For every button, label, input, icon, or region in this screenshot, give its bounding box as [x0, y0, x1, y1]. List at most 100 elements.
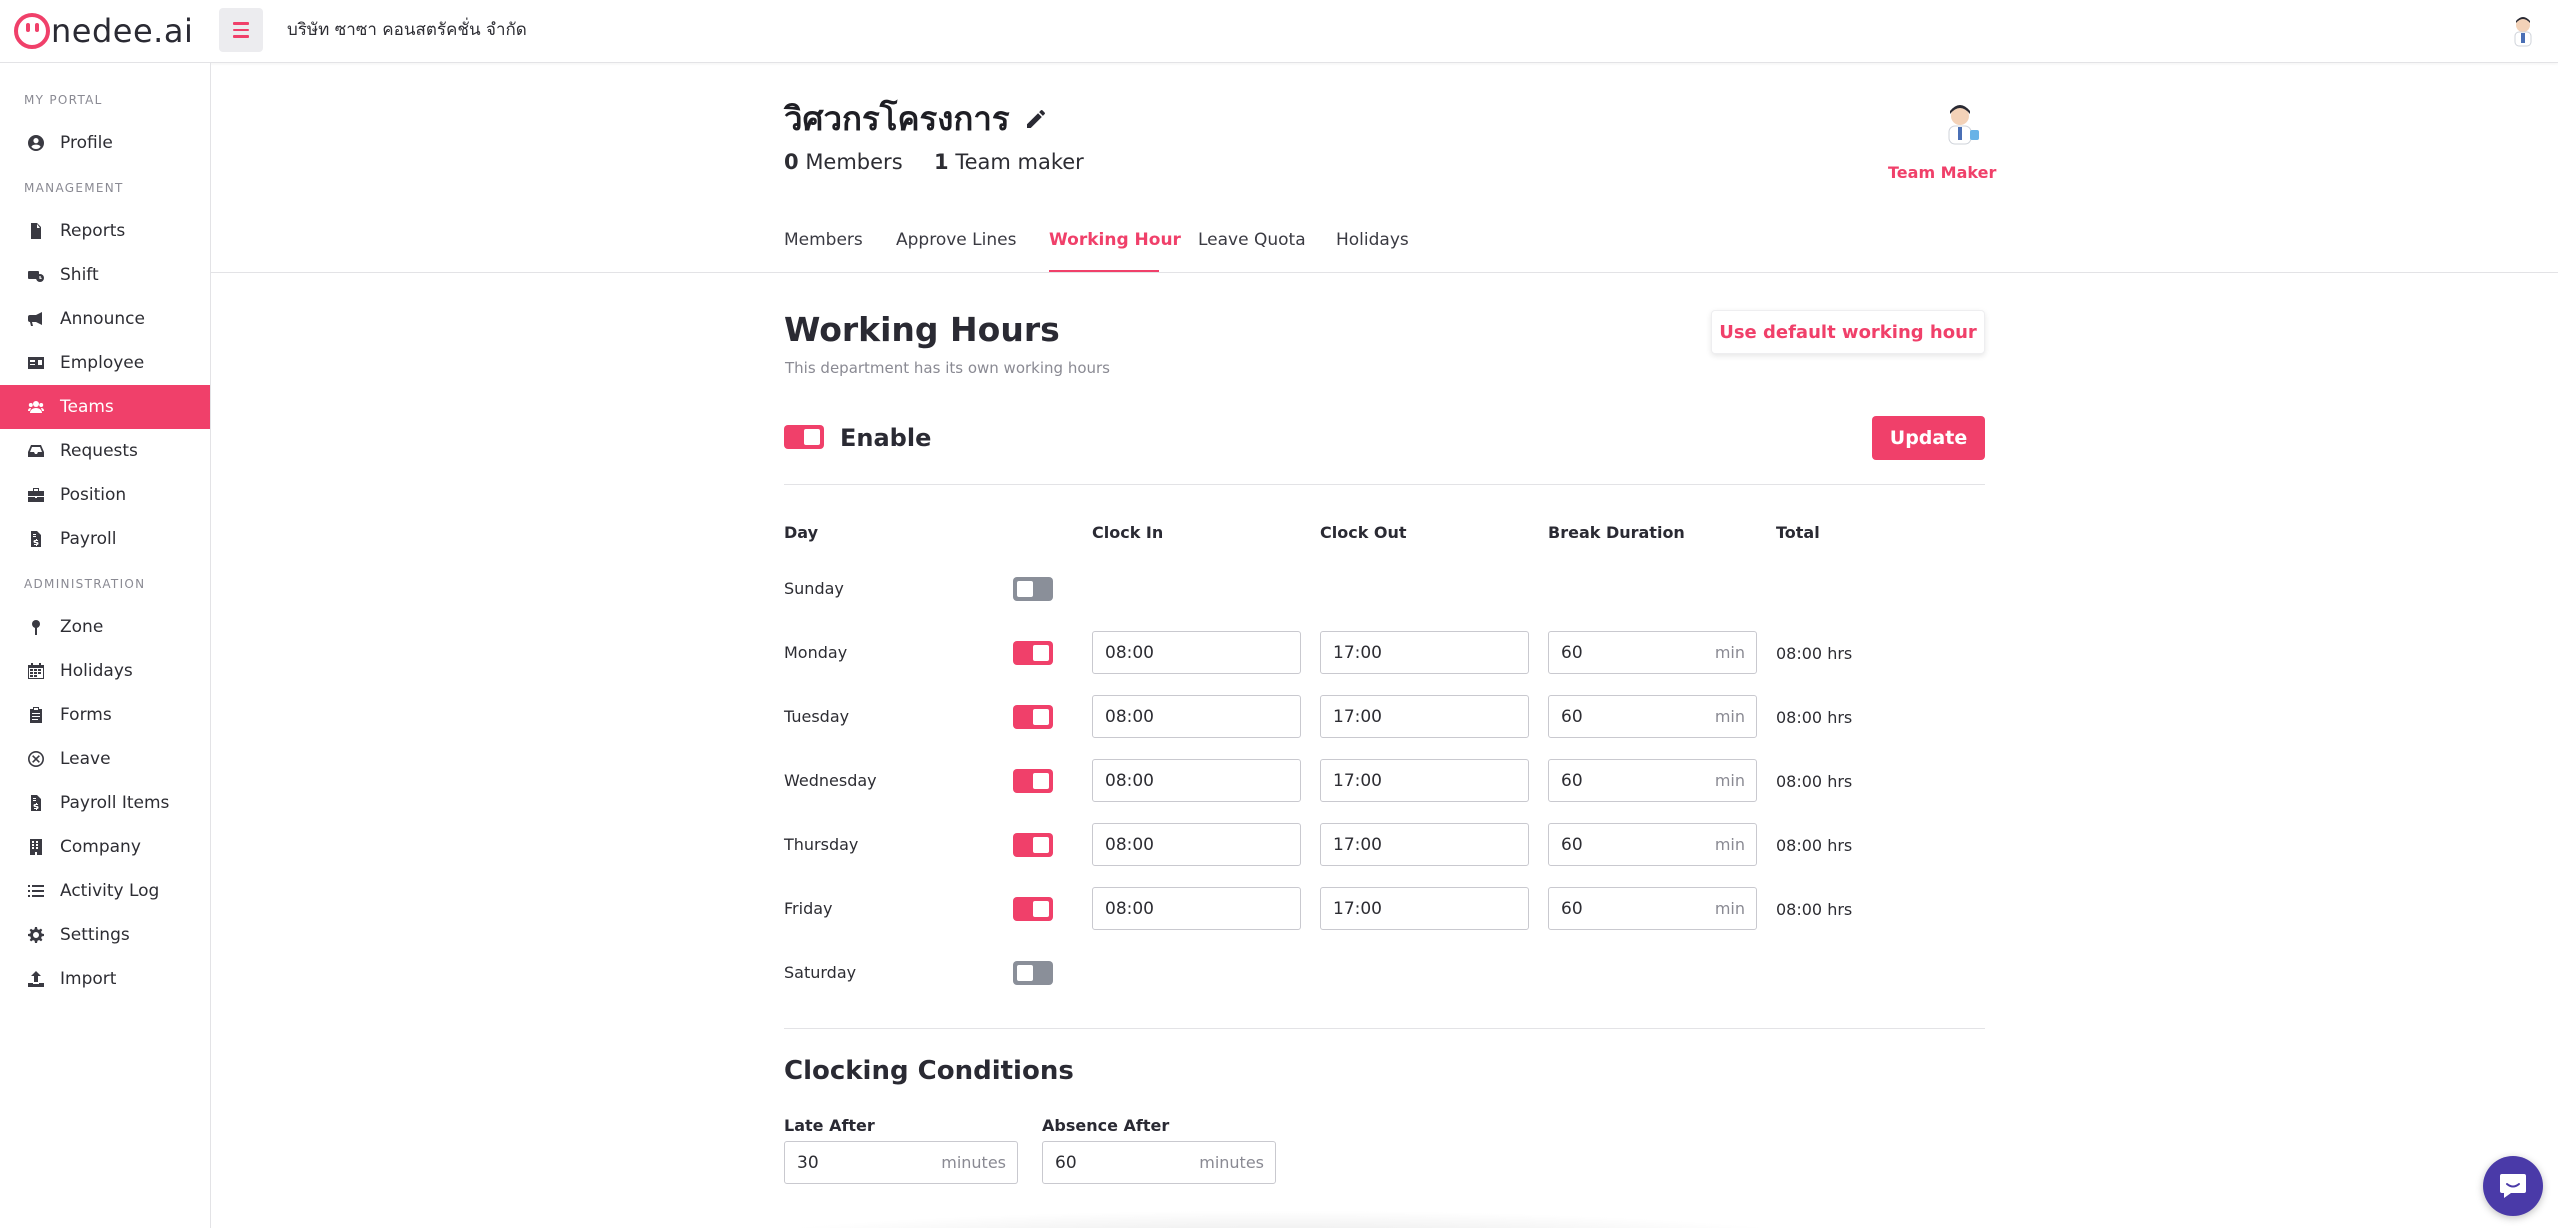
break-value: 60 [1561, 642, 1583, 663]
logo-face-icon [14, 13, 50, 49]
break-input-thursday[interactable]: 60 min [1548, 823, 1757, 866]
toggle-knob [1033, 837, 1049, 853]
edit-pencil-icon[interactable] [1024, 107, 1048, 131]
clock-out-input-tuesday[interactable]: 17:00 [1320, 695, 1529, 738]
chat-bubble-icon [2500, 1174, 2526, 1198]
sidebar-item-company[interactable]: Company [0, 825, 210, 869]
column-header-clock-out: Clock Out [1320, 523, 1407, 542]
sidebar-item-leave[interactable]: Leave [0, 737, 210, 781]
late-after-value: 30 [797, 1152, 819, 1173]
tab-approve-lines[interactable]: Approve Lines [896, 228, 1016, 252]
day-label-sunday: Sunday [784, 579, 844, 598]
day-toggle-saturday[interactable] [1013, 961, 1053, 985]
clock-out-value: 17:00 [1333, 898, 1382, 919]
sidebar-item-label: Forms [60, 705, 112, 725]
working-hours-subtitle: This department has its own working hour… [785, 359, 1110, 377]
tab-holidays[interactable]: Holidays [1336, 228, 1409, 252]
chat-button[interactable] [2483, 1156, 2543, 1216]
megaphone-icon [28, 311, 44, 327]
app-logo[interactable]: nedee.ai [14, 13, 193, 49]
clock-out-value: 17:00 [1333, 642, 1382, 663]
clock-in-input-monday[interactable]: 08:00 [1092, 631, 1301, 674]
clock-out-input-thursday[interactable]: 17:00 [1320, 823, 1529, 866]
update-button[interactable]: Update [1872, 416, 1985, 460]
clock-out-input-monday[interactable]: 17:00 [1320, 631, 1529, 674]
late-after-input[interactable]: 30 minutes [784, 1141, 1018, 1184]
clock-in-value: 08:00 [1105, 834, 1154, 855]
break-unit: min [1714, 771, 1745, 790]
column-header-clock-in: Clock In [1092, 523, 1164, 542]
column-header-break-duration: Break Duration [1548, 523, 1685, 542]
user-avatar[interactable] [2506, 14, 2540, 48]
column-header-total: Total [1776, 523, 1820, 542]
menu-bar [233, 35, 249, 38]
tab-leave-quota[interactable]: Leave Quota [1198, 228, 1306, 252]
use-default-working-hour-button[interactable]: Use default working hour [1711, 310, 1985, 354]
break-input-wednesday[interactable]: 60 min [1548, 759, 1757, 802]
sidebar-item-zone[interactable]: Zone [0, 605, 210, 649]
sidebar-item-shift[interactable]: Shift [0, 253, 210, 297]
clock-in-input-tuesday[interactable]: 08:00 [1092, 695, 1301, 738]
sidebar-item-requests[interactable]: Requests [0, 429, 210, 473]
team-title: วิศวกรโครงการ [784, 99, 1010, 138]
sidebar-item-holidays[interactable]: Holidays [0, 649, 210, 693]
team-maker-avatar[interactable] [1937, 100, 1983, 146]
clock-in-input-thursday[interactable]: 08:00 [1092, 823, 1301, 866]
hamburger-menu-button[interactable] [219, 8, 263, 52]
sidebar-item-label: Settings [60, 925, 130, 945]
sidebar-item-teams[interactable]: Teams [0, 385, 210, 429]
break-input-monday[interactable]: 60 min [1548, 631, 1757, 674]
sidebar-item-announce[interactable]: Announce [0, 297, 210, 341]
divider [784, 1028, 1985, 1029]
sidebar-item-payroll-items[interactable]: Payroll Items [0, 781, 210, 825]
day-label-monday: Monday [784, 643, 848, 662]
absence-after-input[interactable]: 60 minutes [1042, 1141, 1276, 1184]
day-toggle-friday[interactable] [1013, 897, 1053, 921]
sidebar-item-label: Holidays [60, 661, 133, 681]
day-label-tuesday: Tuesday [784, 707, 850, 726]
clock-in-input-wednesday[interactable]: 08:00 [1092, 759, 1301, 802]
enable-toggle[interactable] [784, 425, 824, 449]
sidebar-item-label: Reports [60, 221, 126, 241]
day-toggle-sunday[interactable] [1013, 577, 1053, 601]
day-toggle-tuesday[interactable] [1013, 705, 1053, 729]
sidebar-item-label: Announce [60, 309, 145, 329]
break-unit: min [1714, 899, 1745, 918]
top-bar: nedee.ai บริษัท ซาซา คอนสตรัคชั่น จำกัด [0, 0, 2558, 63]
day-label-wednesday: Wednesday [784, 771, 877, 790]
sidebar-item-payroll[interactable]: Payroll [0, 517, 210, 561]
sidebar-item-label: Leave [60, 749, 111, 769]
total-monday: 08:00 hrs [1776, 644, 1853, 663]
gear-icon [28, 927, 44, 943]
break-input-friday[interactable]: 60 min [1548, 887, 1757, 930]
team-maker-role[interactable]: Team Maker [1888, 162, 1996, 184]
tab-working-hour[interactable]: Working Hour [1049, 228, 1181, 252]
sidebar-item-label: Teams [60, 397, 114, 417]
clock-out-input-friday[interactable]: 17:00 [1320, 887, 1529, 930]
sidebar-item-import[interactable]: Import [0, 957, 210, 1001]
toggle-knob [1033, 645, 1049, 661]
sidebar-item-settings[interactable]: Settings [0, 913, 210, 957]
day-toggle-monday[interactable] [1013, 641, 1053, 665]
clock-in-value: 08:00 [1105, 770, 1154, 791]
day-label-thursday: Thursday [784, 835, 859, 854]
shift-icon [28, 267, 44, 283]
sidebar-item-position[interactable]: Position [0, 473, 210, 517]
tab-members[interactable]: Members [784, 228, 863, 252]
users-icon [28, 399, 44, 415]
section-title-my-portal: MY PORTAL [24, 93, 103, 107]
day-toggle-thursday[interactable] [1013, 833, 1053, 857]
sidebar-item-label: Company [60, 837, 141, 857]
day-toggle-wednesday[interactable] [1013, 769, 1053, 793]
sidebar-item-forms[interactable]: Forms [0, 693, 210, 737]
sidebar-item-profile[interactable]: Profile [0, 121, 210, 165]
break-input-tuesday[interactable]: 60 min [1548, 695, 1757, 738]
clock-in-value: 08:00 [1105, 642, 1154, 663]
section-title-management: MANAGEMENT [24, 181, 124, 195]
sidebar-item-reports[interactable]: Reports [0, 209, 210, 253]
sidebar-item-activity-log[interactable]: Activity Log [0, 869, 210, 913]
clock-out-value: 17:00 [1333, 834, 1382, 855]
clock-in-input-friday[interactable]: 08:00 [1092, 887, 1301, 930]
clock-out-input-wednesday[interactable]: 17:00 [1320, 759, 1529, 802]
sidebar-item-employee[interactable]: Employee [0, 341, 210, 385]
